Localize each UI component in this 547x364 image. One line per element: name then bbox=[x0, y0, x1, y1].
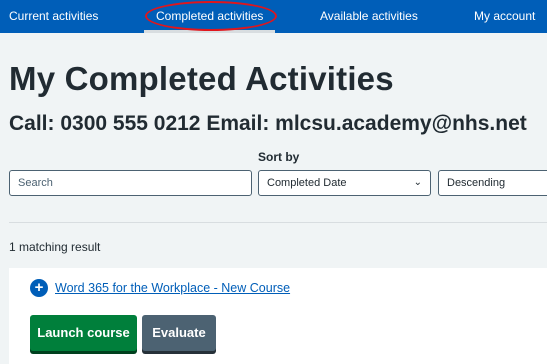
contact-info: Call: 0300 555 0212 Email: mlcsu.academy… bbox=[9, 112, 527, 135]
nav-available-activities[interactable]: Available activities bbox=[320, 0, 418, 33]
sort-order-select[interactable]: Descending bbox=[438, 170, 547, 196]
nav-completed-activities[interactable]: Completed activities bbox=[143, 0, 276, 33]
divider bbox=[9, 222, 547, 223]
chevron-down-icon: ⌄ bbox=[413, 177, 422, 188]
search-input[interactable]: Search bbox=[9, 170, 252, 196]
result-count: 1 matching result bbox=[9, 240, 101, 254]
page-title: My Completed Activities bbox=[9, 60, 394, 97]
top-navigation: Current activities Completed activities … bbox=[0, 0, 547, 33]
nav-current-activities[interactable]: Current activities bbox=[9, 0, 98, 33]
evaluate-button[interactable]: Evaluate bbox=[142, 315, 216, 351]
sort-field-value: Completed Date bbox=[267, 177, 347, 189]
course-title-link[interactable]: Word 365 for the Workplace - New Course bbox=[55, 279, 290, 297]
launch-course-button[interactable]: Launch course bbox=[30, 315, 137, 351]
sort-field-select[interactable]: Completed Date ⌄ bbox=[258, 170, 431, 196]
sort-by-label: Sort by bbox=[258, 150, 300, 164]
expand-plus-icon[interactable]: + bbox=[30, 279, 48, 297]
nav-my-account[interactable]: My account bbox=[474, 0, 535, 33]
sort-order-value: Descending bbox=[447, 177, 506, 189]
